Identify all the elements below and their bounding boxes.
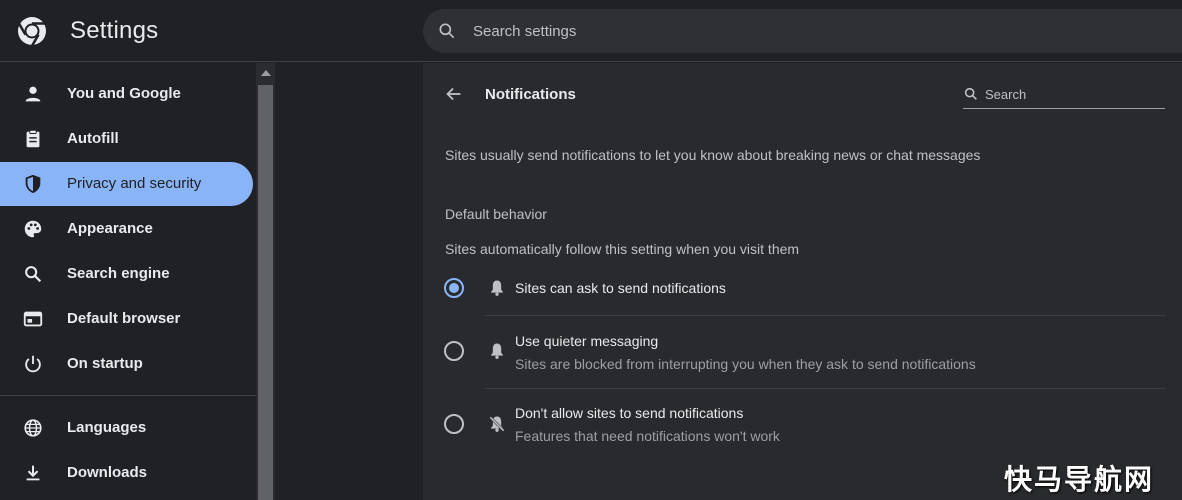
panel-description: Sites usually send notifications to let … <box>445 147 981 163</box>
settings-header: Settings <box>0 0 1182 62</box>
palette-icon <box>24 220 42 238</box>
section-subheading: Sites automatically follow this setting … <box>445 241 800 257</box>
sidebar-item-label: Autofill <box>67 130 119 147</box>
sidebar-item-label: You and Google <box>67 85 181 102</box>
search-icon <box>25 266 42 283</box>
sidebar-item-label: On startup <box>67 355 143 372</box>
chrome-logo-icon <box>18 17 46 47</box>
sidebar-item-default-browser[interactable]: Default browser <box>0 297 253 341</box>
sidebar-item-appearance[interactable]: Appearance <box>0 207 253 251</box>
notifications-panel: Notifications Sites usually send notific… <box>423 63 1182 500</box>
option-sites-can-ask[interactable]: Sites can ask to send notifications <box>423 273 1182 317</box>
sidebar-nav: You and Google Autofill Privacy and secu… <box>0 63 256 500</box>
watermark-text: 快马导航网 <box>1004 463 1155 496</box>
search-icon <box>964 87 977 100</box>
sidebar-item-label: Languages <box>67 419 147 436</box>
bell-off-icon <box>488 415 506 433</box>
sidebar-divider <box>0 395 256 396</box>
sidebar-item-downloads[interactable]: Downloads <box>0 451 253 495</box>
panel-title: Notifications <box>485 86 576 103</box>
option-subtitle: Features that need notifications won't w… <box>515 428 780 444</box>
bell-icon <box>491 343 503 359</box>
sidebar-item-search-engine[interactable]: Search engine <box>0 252 253 296</box>
sidebar-item-you-and-google[interactable]: You and Google <box>0 72 253 116</box>
option-separator <box>485 315 1165 316</box>
settings-search-input[interactable] <box>473 9 1073 53</box>
panel-search-box[interactable] <box>963 83 1165 109</box>
option-quieter-messaging[interactable]: Use quieter messaging Sites are blocked … <box>423 327 1182 387</box>
sidebar-item-label: Default browser <box>67 310 181 327</box>
option-title: Use quieter messaging <box>515 333 659 349</box>
section-heading: Default behavior <box>445 206 547 222</box>
panel-search-input[interactable] <box>985 83 1160 105</box>
download-icon <box>26 465 40 481</box>
search-icon <box>439 23 455 39</box>
shield-icon <box>25 174 41 194</box>
browser-window-icon <box>23 311 43 327</box>
option-subtitle: Sites are blocked from interrupting you … <box>515 356 976 372</box>
bell-icon <box>491 280 503 296</box>
sidebar-item-label: Appearance <box>67 220 153 237</box>
sidebar-item-label: Downloads <box>67 464 148 481</box>
option-dont-allow[interactable]: Don't allow sites to send notifications … <box>423 399 1182 459</box>
sidebar-item-autofill[interactable]: Autofill <box>0 117 253 161</box>
radio-dont-allow[interactable] <box>444 414 464 434</box>
back-arrow-icon[interactable] <box>443 83 465 105</box>
sidebar-item-privacy-and-security[interactable]: Privacy and security <box>0 162 253 206</box>
page-title: Settings <box>70 17 159 44</box>
sidebar-item-languages[interactable]: Languages <box>0 406 253 450</box>
sidebar-scrollbar[interactable] <box>256 63 275 500</box>
person-icon <box>25 86 41 102</box>
scrollbar-thumb[interactable] <box>258 85 273 500</box>
radio-sites-can-ask[interactable] <box>444 278 464 298</box>
sidebar-item-on-startup[interactable]: On startup <box>0 342 253 386</box>
radio-quieter-messaging[interactable] <box>444 341 464 361</box>
option-separator <box>485 388 1165 389</box>
power-icon <box>25 355 41 373</box>
settings-search-box[interactable] <box>423 9 1182 53</box>
sidebar-item-label: Privacy and security <box>67 175 202 192</box>
option-title: Don't allow sites to send notifications <box>515 405 744 421</box>
option-title: Sites can ask to send notifications <box>515 280 726 296</box>
globe-icon <box>24 419 42 437</box>
scroll-up-arrow-icon[interactable] <box>261 70 271 76</box>
clipboard-icon <box>26 129 40 148</box>
sidebar-item-label: Search engine <box>67 265 170 282</box>
